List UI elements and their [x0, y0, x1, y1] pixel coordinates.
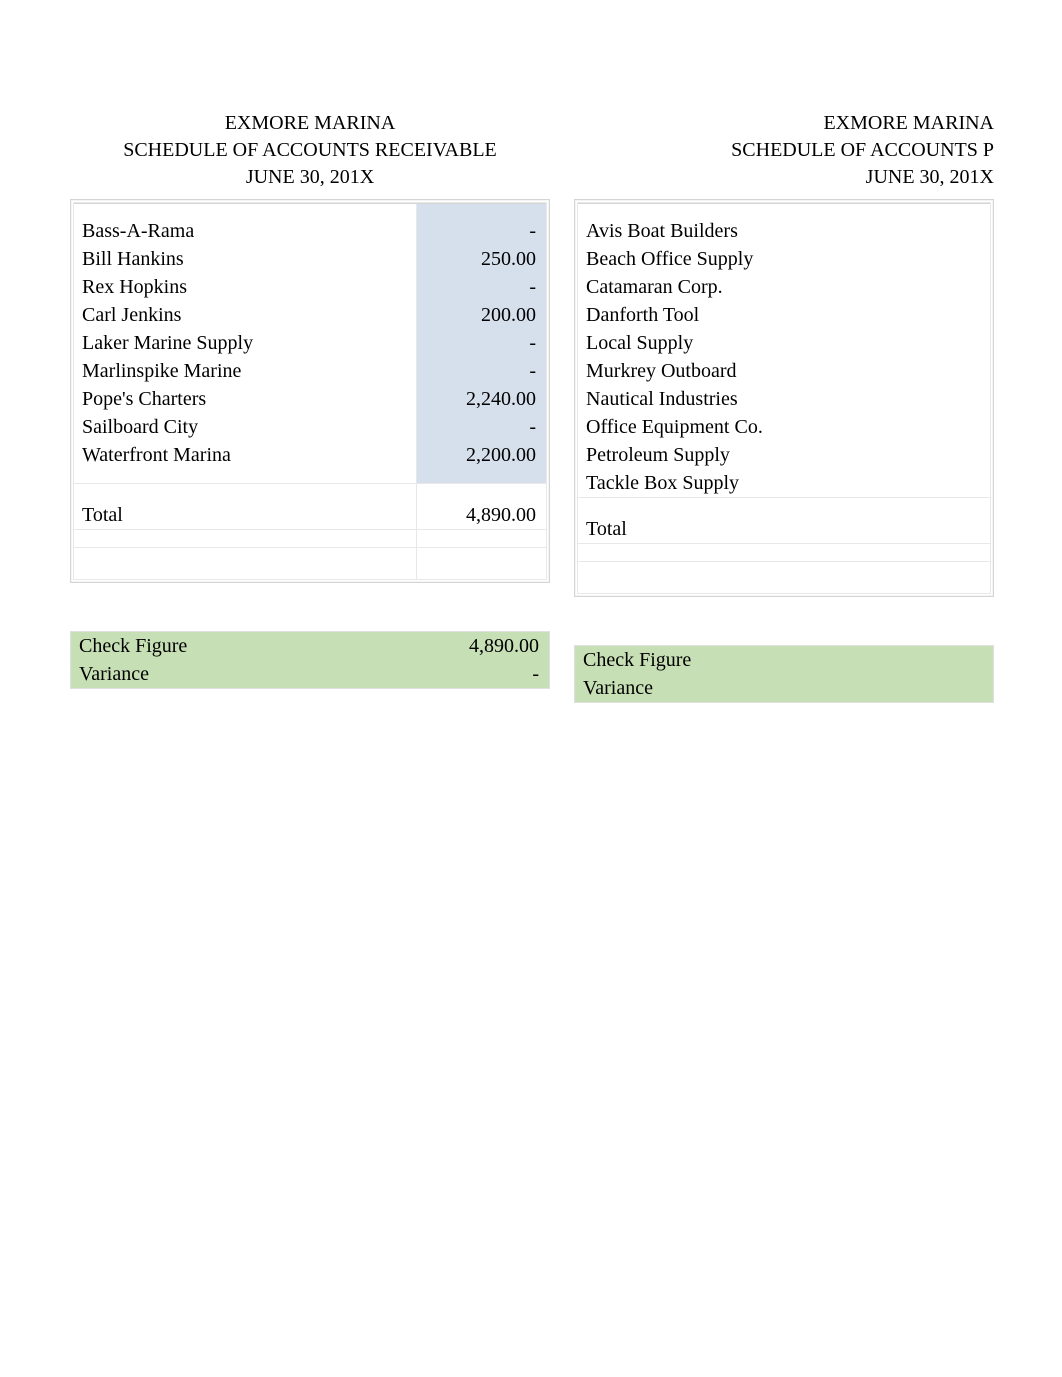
table-row-value: 2,200.00: [416, 441, 546, 469]
table-row-name: Sailboard City: [74, 413, 416, 441]
table-row-name: Danforth Tool: [578, 301, 990, 329]
payable-date: JUNE 30, 201X: [574, 164, 994, 191]
table-row-value: -: [416, 217, 546, 245]
receivable-check-box: Check Figure 4,890.00 Variance -: [70, 631, 550, 689]
receivable-variance-value: -: [419, 661, 549, 688]
payable-check-value: [863, 658, 993, 662]
table-row-name: Bill Hankins: [74, 245, 416, 273]
receivable-total-value: 4,890.00: [416, 501, 546, 529]
receivable-check-value: 4,890.00: [419, 633, 549, 660]
table-row-name: Marlinspike Marine: [74, 357, 416, 385]
table-row-name: Tackle Box Supply: [578, 469, 990, 497]
receivable-column: EXMORE MARINA SCHEDULE OF ACCOUNTS RECEI…: [70, 110, 550, 703]
payable-check-label: Check Figure: [575, 647, 863, 674]
table-row-value: -: [416, 413, 546, 441]
payable-header: EXMORE MARINA SCHEDULE OF ACCOUNTS P JUN…: [574, 110, 994, 191]
table-row-name: Avis Boat Builders: [578, 217, 990, 245]
receivable-header: EXMORE MARINA SCHEDULE OF ACCOUNTS RECEI…: [70, 110, 550, 191]
receivable-title: SCHEDULE OF ACCOUNTS RECEIVABLE: [70, 137, 550, 164]
table-row-value: 250.00: [416, 245, 546, 273]
table-row-name: Pope's Charters: [74, 385, 416, 413]
table-row-name: Rex Hopkins: [74, 273, 416, 301]
page: EXMORE MARINA SCHEDULE OF ACCOUNTS RECEI…: [0, 0, 1062, 703]
table-row-value: 2,240.00: [416, 385, 546, 413]
table-row-name: Office Equipment Co.: [578, 413, 990, 441]
table-row-name: Petroleum Supply: [578, 441, 990, 469]
receivable-date: JUNE 30, 201X: [70, 164, 550, 191]
table-row-name: Beach Office Supply: [578, 245, 990, 273]
table-row-name: Waterfront Marina: [74, 441, 416, 469]
table-row-name: Nautical Industries: [578, 385, 990, 413]
payable-column: EXMORE MARINA SCHEDULE OF ACCOUNTS P JUN…: [574, 110, 994, 703]
payable-check-box: Check Figure Variance: [574, 645, 994, 703]
table-row-name: Local Supply: [578, 329, 990, 357]
table-row-value: -: [416, 329, 546, 357]
receivable-check-label: Check Figure: [71, 633, 419, 660]
table-row-value: -: [416, 357, 546, 385]
payable-variance-value: [863, 686, 993, 690]
receivable-table: Bass-A-Rama- Bill Hankins250.00 Rex Hopk…: [70, 199, 550, 583]
payable-total-label: Total: [578, 515, 990, 543]
payable-company: EXMORE MARINA: [574, 110, 994, 137]
table-row-name: Bass-A-Rama: [74, 217, 416, 245]
table-row-name: Laker Marine Supply: [74, 329, 416, 357]
receivable-total-label: Total: [74, 501, 416, 529]
receivable-variance-label: Variance: [71, 661, 419, 688]
payable-title: SCHEDULE OF ACCOUNTS P: [574, 137, 994, 164]
table-row-name: Murkrey Outboard: [578, 357, 990, 385]
table-row-value: -: [416, 273, 546, 301]
payable-table: Avis Boat Builders Beach Office Supply C…: [574, 199, 994, 597]
table-row-name: Catamaran Corp.: [578, 273, 990, 301]
receivable-company: EXMORE MARINA: [70, 110, 550, 137]
table-row-value: 200.00: [416, 301, 546, 329]
payable-variance-label: Variance: [575, 675, 863, 702]
table-row-name: Carl Jenkins: [74, 301, 416, 329]
